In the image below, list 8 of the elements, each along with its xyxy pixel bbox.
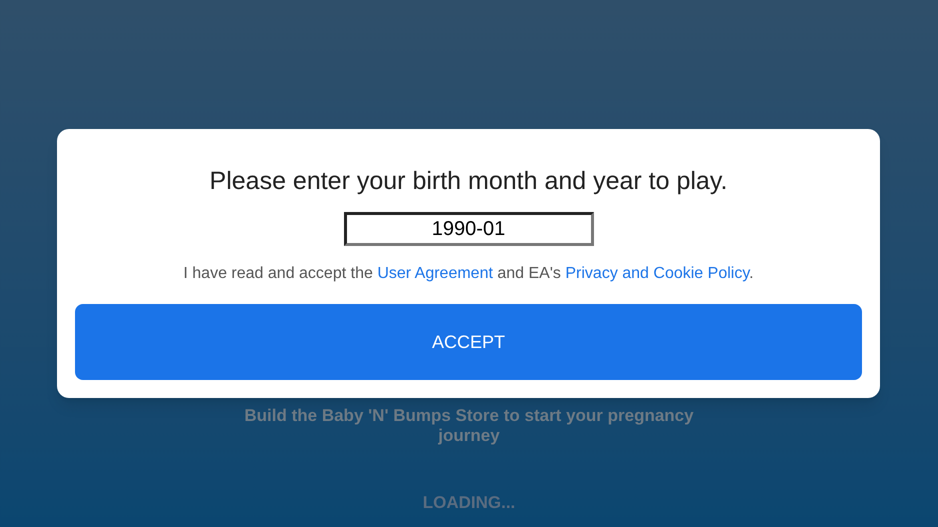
loading-text: LOADING...	[422, 492, 516, 514]
loading-tip: Build the Baby 'N' Bumps Store to start your pregnancy journey	[243, 406, 695, 446]
birth-date-field[interactable]: 1990-01	[344, 212, 594, 246]
consent-text: I have read and accept the User Agreement and EA's Privacy and Cookie Policy.	[183, 264, 754, 284]
consent-link[interactable]: Privacy and Cookie Policy	[565, 265, 750, 282]
accept-button[interactable]: ACCEPT	[75, 304, 862, 380]
dialog-title: Please enter your birth month and year to play.	[210, 166, 728, 197]
consent-link[interactable]: User Agreement	[377, 265, 493, 282]
